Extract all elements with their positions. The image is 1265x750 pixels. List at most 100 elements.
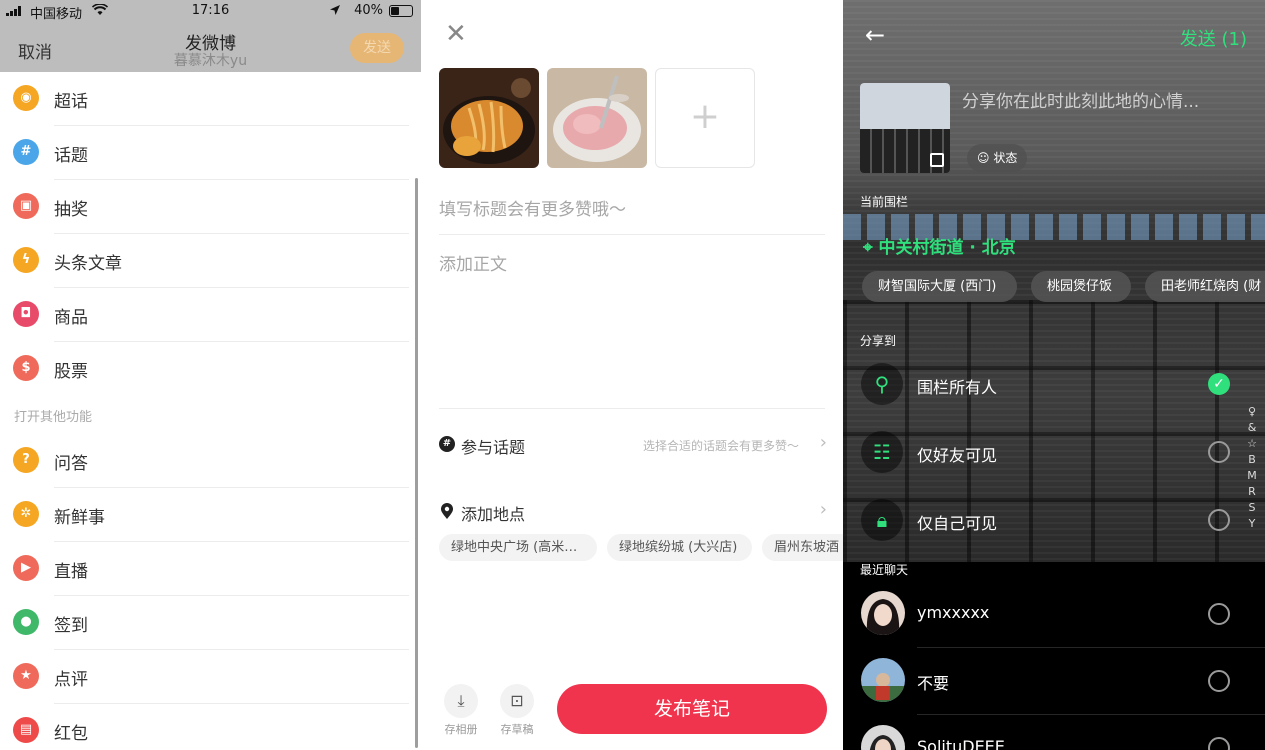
send-button[interactable]: 发送 — [350, 33, 404, 63]
body-input[interactable]: 添加正文 — [439, 250, 507, 275]
super-topic-icon: ◉ — [13, 85, 39, 111]
index-letter[interactable]: R — [1247, 484, 1257, 500]
menu-item-stock[interactable]: $ 股票 — [0, 342, 421, 396]
hashtag-icon: # — [439, 436, 455, 452]
chevron-right-icon: › — [819, 499, 827, 520]
menu-item-live[interactable]: ▶ 直播 — [0, 542, 421, 596]
menu-item-lottery[interactable]: ▣ 抽奖 — [0, 180, 421, 234]
close-icon[interactable]: ✕ — [445, 21, 467, 47]
dollar-icon: $ — [13, 355, 39, 381]
menu-item-red-packet[interactable]: ▤ 红包 — [0, 704, 421, 750]
menu-item-headline-article[interactable]: ϟ 头条文章 — [0, 234, 421, 288]
index-letter[interactable]: ☆ — [1247, 436, 1257, 452]
current-fence-label: 当前围栏 — [860, 195, 909, 209]
menu-item-check-in[interactable]: ● 签到 — [0, 596, 421, 650]
avatar — [861, 725, 905, 750]
radio-icon[interactable] — [1208, 670, 1230, 692]
title-input[interactable]: 填写标题会有更多赞哦～ — [439, 195, 626, 220]
share-to-label: 分享到 — [860, 334, 897, 348]
alphabet-index[interactable]: ♀ & ☆ B M R S Y — [1247, 404, 1257, 532]
status-label: 状态 — [993, 151, 1018, 165]
radio-icon[interactable] — [1208, 737, 1230, 750]
location-pin-icon: ● — [13, 609, 39, 635]
menu-item-qa[interactable]: ? 问答 — [0, 434, 421, 488]
chat-name: SolituDEEE — [917, 737, 1005, 750]
menu-item-fresh-news[interactable]: ✲ 新鲜事 — [0, 488, 421, 542]
location-arrow-icon — [330, 5, 340, 15]
menu-item-topic[interactable]: # 话题 — [0, 126, 421, 180]
weibo-header: 中国移动 17:16 40% 取消 发微博 暮慕沐木yu 发送 — [0, 0, 421, 72]
save-draft-button[interactable]: ⊡ 存草稿 — [499, 684, 535, 737]
radio-icon[interactable] — [1208, 441, 1230, 463]
poi-chip[interactable]: 财智国际大厦 (西门) — [862, 271, 1017, 302]
status-icon: ☺ — [977, 151, 990, 165]
weibo-compose-panel: 中国移动 17:16 40% 取消 发微博 暮慕沐木yu 发送 ◉ 超话 # 话… — [0, 0, 421, 750]
location-chip[interactable]: 眉州东坡酒 — [762, 534, 843, 561]
radio-icon[interactable] — [1208, 603, 1230, 625]
radio-icon[interactable] — [1208, 509, 1230, 531]
share-option-friends[interactable]: ☷ 仅好友可见 — [843, 419, 1265, 485]
menu-item-super-topic[interactable]: ◉ 超话 — [0, 72, 421, 126]
index-letter[interactable]: M — [1247, 468, 1257, 484]
share-panel: ← 发送 (1) 分享你在此时此刻此地的心情... ☺ 状态 当前围栏 ⌖ 中关… — [843, 0, 1265, 750]
location-chip[interactable]: 绿地缤纷城 (大兴店) — [607, 534, 752, 561]
location-pin-icon: ⌖ — [863, 238, 873, 258]
feature-menu: ◉ 超话 # 话题 ▣ 抽奖 ϟ 头条文章 ◘ 商品 $ 股票 打开其他功能 ?… — [0, 72, 421, 750]
photo-thumbnail-ice-cream[interactable] — [547, 68, 647, 168]
publish-button[interactable]: 发布笔记 — [557, 684, 827, 734]
mood-input[interactable]: 分享你在此时此刻此地的心情... — [962, 87, 1199, 112]
share-option-fence-all[interactable]: ⚲ 围栏所有人 ✓ — [843, 351, 1265, 417]
avatar — [861, 658, 905, 702]
index-letter[interactable]: Y — [1247, 516, 1257, 532]
question-icon: ? — [13, 447, 39, 473]
gift-icon: ▣ — [13, 193, 39, 219]
menu-item-label: 点评 — [54, 670, 88, 690]
poi-chip[interactable]: 桃园煲仔饭 — [1031, 271, 1131, 302]
add-photo-button[interactable]: + — [655, 68, 755, 168]
index-letter[interactable]: ♀ — [1247, 404, 1257, 420]
index-letter[interactable]: S — [1247, 500, 1257, 516]
status-button[interactable]: ☺ 状态 — [967, 144, 1028, 172]
save-to-album-button[interactable]: ⤓ 存相册 — [443, 684, 479, 737]
hashtag-icon: # — [13, 139, 39, 165]
fence-people-icon: ⚲ — [861, 363, 903, 405]
avatar — [861, 591, 905, 635]
divider — [439, 408, 825, 409]
index-letter[interactable]: B — [1247, 452, 1257, 468]
lock-icon: 🔒︎ — [861, 499, 903, 541]
lightning-icon: ϟ — [13, 247, 39, 273]
photo-thumbnail-noodles[interactable] — [439, 68, 539, 168]
shopping-bag-icon: ◘ — [13, 301, 39, 327]
topic-hint: 选择合适的话题会有更多赞～ — [642, 439, 799, 453]
send-button[interactable]: 发送 (1) — [1180, 25, 1247, 51]
attached-photo-thumbnail[interactable] — [860, 83, 950, 173]
menu-item-review[interactable]: ★ 点评 — [0, 650, 421, 704]
chat-item[interactable]: 不要 — [843, 648, 1265, 715]
battery-icon — [389, 5, 413, 17]
index-letter[interactable]: & — [1247, 420, 1257, 436]
menu-item-label: 签到 — [54, 616, 88, 636]
menu-item-product[interactable]: ◘ 商品 — [0, 288, 421, 342]
checkbox-icon[interactable] — [930, 153, 944, 167]
option-label: 围栏所有人 — [917, 378, 998, 397]
location-chip[interactable]: 绿地中央广场 (高米… — [439, 534, 597, 561]
share-option-private[interactable]: 🔒︎ 仅自己可见 — [843, 487, 1265, 553]
fence-name[interactable]: ⌖ 中关村街道 · 北京 — [863, 233, 1016, 258]
back-arrow-icon[interactable]: ← — [865, 22, 885, 48]
menu-item-label: 直播 — [54, 562, 88, 582]
chat-item[interactable]: SolituDEEE — [843, 715, 1265, 750]
topic-label: 参与话题 — [461, 438, 526, 457]
chat-item[interactable]: ymxxxxx — [843, 581, 1265, 648]
scrollbar[interactable] — [415, 178, 418, 748]
radio-checked-icon[interactable]: ✓ — [1208, 373, 1230, 395]
poi-chip[interactable]: 田老师红烧肉 (财 — [1145, 271, 1265, 302]
chat-name: ymxxxxx — [917, 603, 990, 622]
menu-item-label: 抽奖 — [54, 200, 88, 220]
option-label: 仅自己可见 — [917, 514, 998, 533]
menu-item-label: 股票 — [54, 362, 88, 382]
menu-item-label: 头条文章 — [54, 254, 122, 274]
menu-item-label: 商品 — [54, 308, 88, 328]
menu-item-label: 问答 — [54, 454, 88, 474]
fence-name-text: 中关村街道 · 北京 — [878, 238, 1016, 258]
menu-item-label: 超话 — [54, 92, 88, 112]
